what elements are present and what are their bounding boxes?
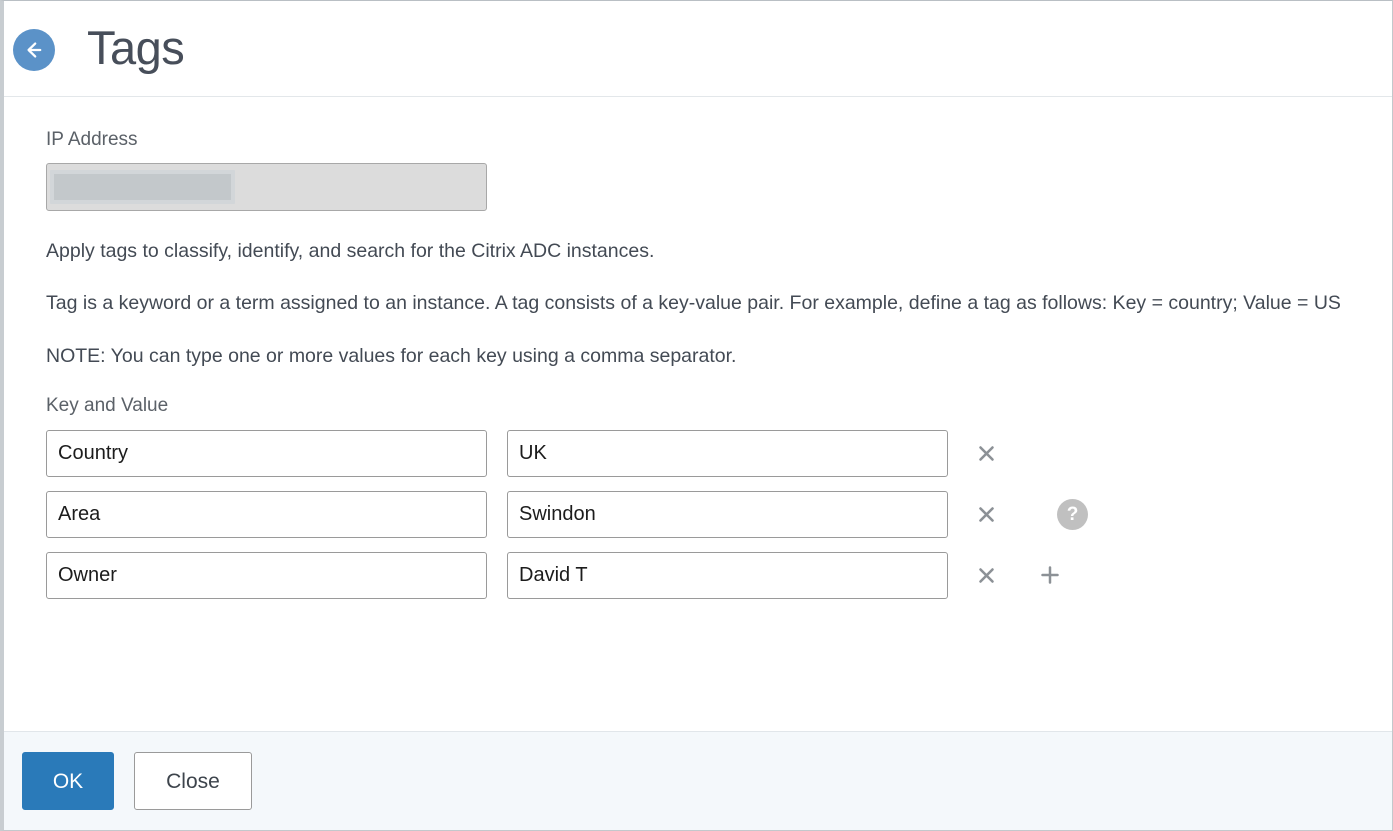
description-tag-definition: Tag is a keyword or a term assigned to a…	[46, 291, 1341, 314]
ip-address-redacted-value	[50, 169, 235, 204]
dialog-footer: OK Close	[4, 731, 1392, 830]
value-input[interactable]	[507, 551, 948, 599]
description-note: NOTE: You can type one or more values fo…	[46, 344, 737, 367]
dialog-body: IP Address Apply tags to classify, ident…	[4, 97, 1392, 731]
table-row	[46, 551, 1350, 599]
table-row: ?	[46, 490, 1350, 538]
ok-button[interactable]: OK	[22, 752, 114, 810]
value-input[interactable]	[507, 490, 948, 538]
key-input[interactable]	[46, 551, 487, 599]
row-actions: ?	[963, 497, 1088, 531]
close-x-icon[interactable]	[969, 497, 1003, 531]
ip-address-field	[46, 162, 487, 211]
ip-address-label: IP Address	[46, 129, 138, 150]
row-actions	[963, 558, 1067, 592]
plus-icon[interactable]	[1033, 558, 1067, 592]
value-input[interactable]	[507, 429, 948, 477]
close-x-icon[interactable]	[969, 558, 1003, 592]
close-button[interactable]: Close	[134, 752, 252, 810]
key-input[interactable]	[46, 490, 487, 538]
key-and-value-label: Key and Value	[46, 394, 169, 416]
key-input[interactable]	[46, 429, 487, 477]
row-actions	[963, 436, 1003, 470]
help-button[interactable]: ?	[1057, 498, 1088, 530]
page-title: Tags	[87, 21, 185, 74]
description-apply-tags: Apply tags to classify, identify, and se…	[46, 239, 655, 262]
table-row	[46, 429, 1350, 477]
dialog-header: Tags	[4, 1, 1392, 97]
question-mark-icon: ?	[1057, 498, 1088, 530]
back-arrow-icon	[21, 37, 47, 63]
key-value-rows: ?	[46, 429, 1350, 599]
back-button[interactable]	[13, 28, 55, 71]
tags-dialog-window: Tags IP Address Apply tags to classify, …	[0, 0, 1393, 831]
close-x-icon[interactable]	[969, 436, 1003, 470]
